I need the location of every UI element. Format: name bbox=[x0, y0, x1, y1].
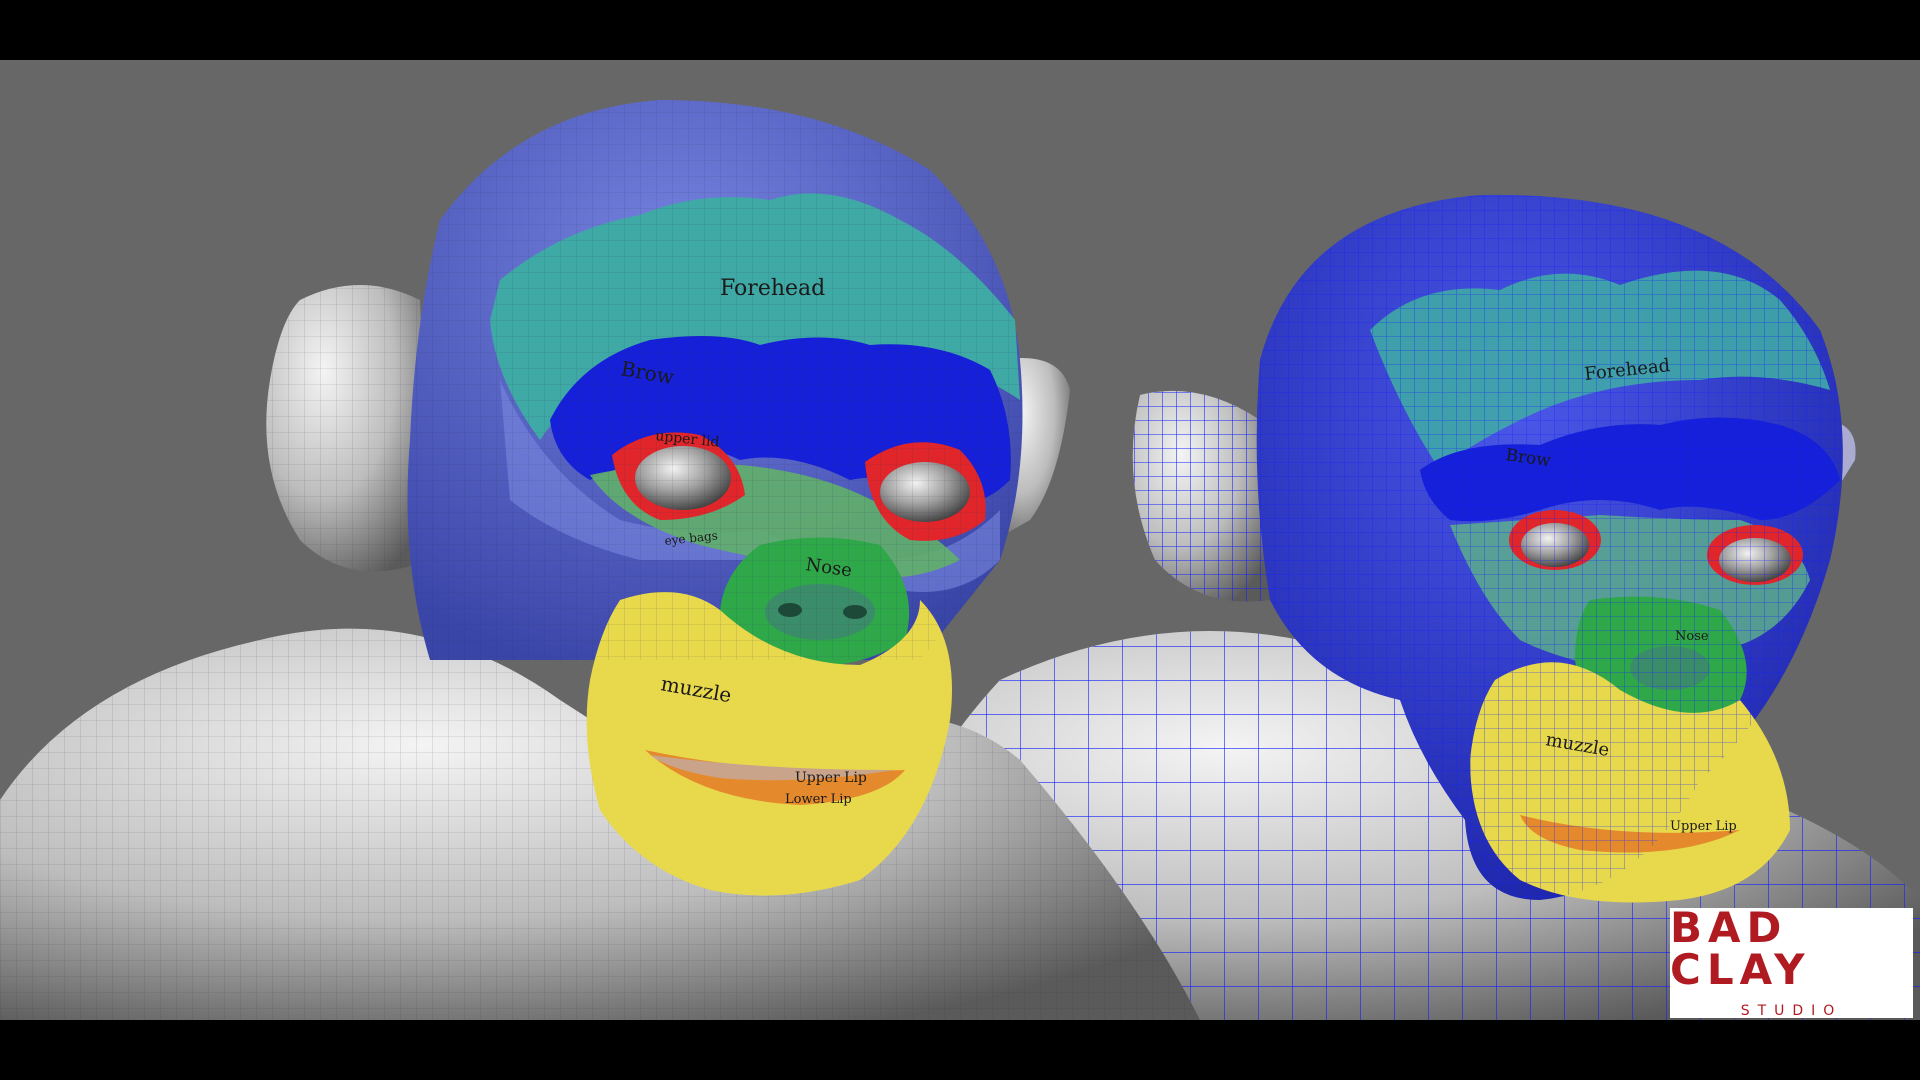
studio-logo: BAD CLAY STUDIO bbox=[1670, 903, 1913, 1019]
viewport: Forehead Brow upper lid eye bags Nose mu… bbox=[0, 0, 1920, 1080]
logo-main-text: BAD CLAY bbox=[1670, 903, 1811, 994]
logo-sub-text: STUDIO bbox=[1740, 1003, 1843, 1019]
left-label-lower-lip: Lower Lip bbox=[785, 792, 852, 807]
right-label-upper-lip: Upper Lip bbox=[1670, 819, 1737, 834]
left-label-upper-lip: Upper Lip bbox=[795, 770, 867, 786]
left-label-forehead: Forehead bbox=[720, 276, 825, 301]
right-label-nose: Nose bbox=[1675, 629, 1709, 644]
